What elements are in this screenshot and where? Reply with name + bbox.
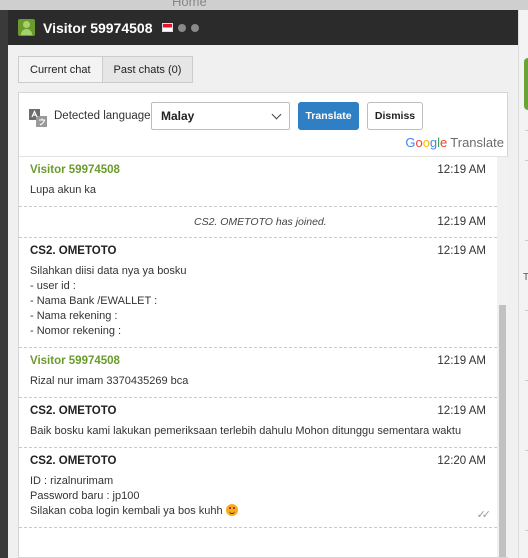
google-logo-letter: G [405, 135, 416, 150]
list-item: CS2. OMETOTO 12:20 AM ID : rizalnurimam … [19, 448, 497, 528]
emoji-icon [225, 504, 238, 516]
message-author: Visitor 59974508 [30, 164, 120, 176]
device-icon [177, 23, 186, 32]
language-icon [29, 109, 47, 127]
translate-bar: Detected language Malay Translate Dismis… [19, 93, 509, 157]
message-author: Visitor 59974508 [30, 355, 120, 367]
message-time: 12:19 AM [437, 216, 486, 228]
message-text: ID : rizalnurimam Password baru : jp100 … [30, 474, 486, 527]
message-text: Rizal nur imam 3370435269 bca [30, 375, 189, 387]
list-item: CS2. OMETOTO 12:19 AM Baik bosku kami la… [19, 398, 497, 448]
dismiss-button[interactable]: Dismiss [367, 102, 423, 130]
message-time: 12:20 AM [437, 455, 486, 467]
translate-button[interactable]: Translate [298, 102, 359, 130]
read-check-icon: ✓✓ [476, 509, 492, 521]
backdrop-page: Home [0, 0, 528, 10]
message-time: 12:19 AM [437, 405, 486, 417]
visitor-chat-window: Visitor 59974508 Current chat Past chats… [8, 10, 518, 558]
google-logo-letter: e [440, 135, 448, 150]
google-logo-letter: o [415, 135, 423, 150]
tab-past-chats[interactable]: Past chats (0) [102, 56, 194, 83]
message-line: ID : rizalnurimam [30, 475, 114, 487]
message-text: Silahkan diisi data nya ya bosku - user … [30, 264, 486, 347]
list-item: Visitor 59974508 12:19 AM Rizal nur imam… [19, 348, 497, 398]
google-logo-letter: o [422, 135, 430, 150]
backdrop-letter: T [523, 272, 528, 283]
system-message: CS2. OMETOTO has joined. 12:19 AM [19, 207, 497, 238]
language-select[interactable]: Malay [151, 102, 290, 130]
flag-indonesia-icon [161, 23, 173, 32]
message-time: 12:19 AM [437, 355, 486, 367]
tab-current-chat[interactable]: Current chat [18, 56, 103, 83]
backdrop-right-panel: T [518, 10, 528, 558]
backdrop-green-button-edge [524, 58, 528, 110]
message-time: 12:19 AM [437, 164, 486, 176]
backdrop-left-edge [0, 10, 8, 558]
message-line: Password baru : jp100 [30, 490, 140, 502]
message-author: CS2. OMETOTO [30, 405, 117, 417]
avatar-icon [18, 19, 35, 36]
chat-panel: Detected language Malay Translate Dismis… [18, 92, 509, 558]
chevron-down-icon [271, 109, 282, 120]
message-scrollbar[interactable] [497, 157, 508, 557]
window-titlebar[interactable]: Visitor 59974508 [8, 10, 518, 45]
message-text: Lupa akun ka [30, 184, 97, 196]
system-message-text: CS2. OMETOTO has joined. [194, 216, 327, 228]
message-line: - Nama Bank /EWALLET : [30, 295, 158, 307]
list-item: Visitor 59974508 12:19 AM Lupa akun ka [19, 157, 497, 207]
message-text: Baik bosku kami lakukan pemeriksaan terl… [30, 425, 462, 437]
message-line: Silahkan diisi data nya ya bosku [30, 265, 187, 277]
chat-tabs: Current chat Past chats (0) [18, 56, 194, 83]
message-line: - Nama rekening : [30, 310, 118, 322]
message-time: 12:19 AM [437, 245, 486, 257]
message-author: CS2. OMETOTO [30, 455, 117, 467]
message-line-text: Silakan coba login kembali ya bos kuhh [30, 505, 223, 517]
browser-icon [190, 23, 199, 32]
window-title: Visitor 59974508 [43, 19, 153, 36]
scrollbar-thumb[interactable] [499, 305, 506, 557]
translate-logo-text: Translate [450, 135, 504, 150]
google-translate-logo: Google Translate [405, 135, 504, 150]
language-select-value: Malay [161, 109, 195, 123]
message-line: - Nomor rekening : [30, 325, 122, 337]
message-line: - user id : [30, 280, 76, 292]
detected-language-label: Detected language [54, 110, 151, 122]
message-author: CS2. OMETOTO [30, 245, 117, 257]
message-list[interactable]: Visitor 59974508 12:19 AM Lupa akun ka C… [19, 157, 497, 557]
message-line: Silakan coba login kembali ya bos kuhh [30, 504, 486, 519]
list-item: CS2. OMETOTO 12:19 AM Silahkan diisi dat… [19, 238, 497, 348]
backdrop-home-link: Home [172, 0, 207, 9]
